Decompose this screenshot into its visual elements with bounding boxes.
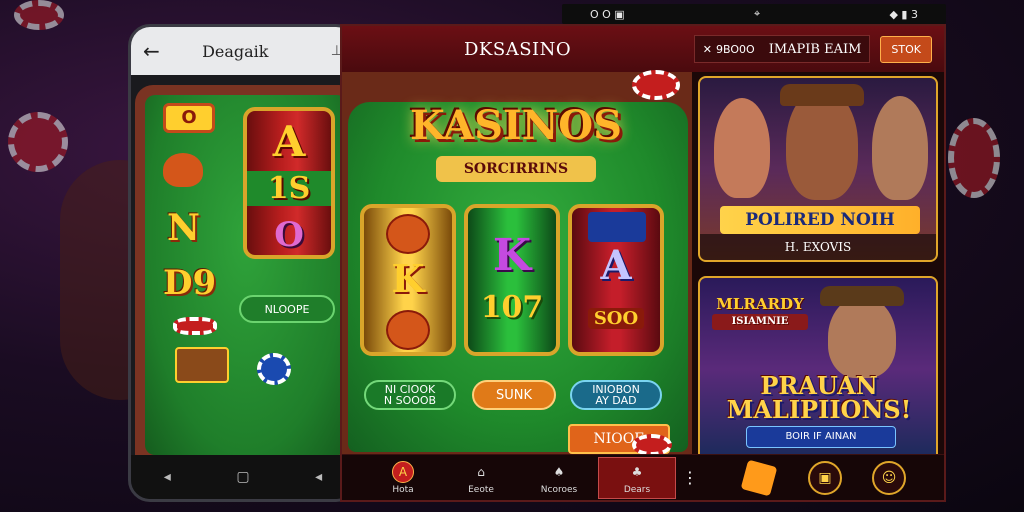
reel-2: K 107 xyxy=(464,204,560,356)
reel-symbol: K xyxy=(492,230,532,281)
reel-3: A SOO xyxy=(568,204,664,356)
left-symbol: D9 xyxy=(163,263,217,303)
left-phone-nav: ◂ ▢ ◂ xyxy=(131,455,355,499)
background-chip xyxy=(8,112,68,172)
nav-back-icon[interactable]: ◂ xyxy=(164,469,171,485)
app-title: DKSASINO xyxy=(464,38,572,60)
casino-app: DKSASINO ✕ 9BO0O IMAPIB EAIM STOK KASINO… xyxy=(340,24,946,502)
game-logo-sub: SORCIRRINS xyxy=(436,156,596,182)
jackpot-icon xyxy=(175,347,229,383)
left-reel: A 1S O xyxy=(243,107,335,259)
status-right-icons: ◆ ▮ 3 xyxy=(889,7,918,21)
spin-button-label: SUNK xyxy=(495,387,533,403)
promo-card-1[interactable]: POLIRED NOIH H. EXOVIS xyxy=(698,76,938,262)
club-icon: ♣ xyxy=(631,464,643,479)
header-account-box[interactable]: ✕ 9BO0O IMAPIB EAIM xyxy=(693,35,871,63)
background-chip xyxy=(948,118,1000,198)
profile-icon[interactable]: ☺ xyxy=(872,460,906,495)
chip-icon xyxy=(257,353,291,385)
character-avatar xyxy=(714,98,770,198)
promo-2-subtitle: BOIR IF AINAN xyxy=(746,426,896,448)
nav-item-label: Dears xyxy=(623,484,651,495)
chip-stack-icon xyxy=(173,317,217,335)
reel-symbol: O xyxy=(274,215,304,255)
app-header: DKSASINO ✕ 9BO0O IMAPIB EAIM STOK xyxy=(342,26,944,72)
reel-symbol: K xyxy=(391,256,425,301)
game-logo: KASINOS xyxy=(409,102,623,149)
hat-icon xyxy=(780,84,864,106)
header-name: IMAPIB EAIM xyxy=(768,41,862,57)
game-button-3-line2: AY DAD xyxy=(595,394,637,407)
more-options-icon[interactable]: ⋮ xyxy=(682,468,698,487)
left-phone-topbar: ← Deagaik ⊥ xyxy=(131,27,355,75)
header-stock-button[interactable]: STOK xyxy=(880,35,932,63)
background-chip xyxy=(14,0,64,30)
promo-2-badge: MLRARDY ISIAMNIE xyxy=(712,296,808,330)
nav-recent-icon[interactable]: ◂ xyxy=(315,469,322,485)
game-button-1-line2: N SOOOB xyxy=(383,394,437,407)
coin-icon: ✕ xyxy=(702,42,713,56)
games-icon: ⌂ xyxy=(477,464,485,479)
left-phone: ← Deagaik ⊥ O O N D9 A 1S O NLOOPE ◂ ▢ ◂ xyxy=(128,24,358,502)
nav-item-scores[interactable]: ♠ Ncoroes xyxy=(520,457,598,499)
joker-icon xyxy=(386,310,430,350)
card-icon xyxy=(588,212,646,242)
nav-item-home[interactable]: A Hota xyxy=(364,457,442,499)
reel-symbol: 1S xyxy=(247,171,331,206)
character-avatar xyxy=(828,296,896,378)
reel-symbol: A xyxy=(272,117,306,166)
nav-item-label: Eeote xyxy=(468,484,494,495)
nav-home-icon[interactable]: ▢ xyxy=(236,469,249,485)
nav-item-games[interactable]: ⌂ Eeote xyxy=(442,457,520,499)
game-button-1[interactable]: NI CIOOK N SOOOB xyxy=(364,380,456,410)
spade-icon: ♠ xyxy=(553,464,565,479)
promo-1-subtitle: H. EXOVIS xyxy=(700,234,936,260)
promo-1-title: POLIRED NOIH xyxy=(720,206,920,234)
nav-item-label: Hota xyxy=(392,484,414,495)
promo-2-title: PRAUAN MALIPIIONS! xyxy=(726,371,912,424)
promo-2-top1: MLRARDY xyxy=(716,295,804,313)
fox-icon xyxy=(163,153,203,187)
character-avatar xyxy=(872,96,928,200)
chip-icon xyxy=(632,70,680,100)
reel-1: K xyxy=(360,204,456,356)
header-code: 9BO0O xyxy=(716,42,755,56)
chip-icon xyxy=(632,434,672,456)
left-symbol: N xyxy=(167,207,200,249)
cashier-icon[interactable]: ▣ xyxy=(808,460,842,495)
left-phone-title: Deagaik xyxy=(202,41,269,61)
left-badge: O xyxy=(163,103,215,133)
spin-button[interactable]: SUNK xyxy=(472,380,556,410)
status-left-icons: O O ▣ xyxy=(590,7,625,21)
back-arrow-icon[interactable]: ← xyxy=(143,39,160,63)
game-button-3[interactable]: INIOBON AY DAD xyxy=(570,380,662,410)
joker-icon xyxy=(386,214,430,254)
brand-logo-icon[interactable] xyxy=(740,459,778,496)
reel-symbol: SOO xyxy=(588,308,644,329)
status-bar: O O ▣ ⌖ ◆ ▮ 3 xyxy=(562,4,946,24)
promo-card-2[interactable]: MLRARDY ISIAMNIE PRAUAN MALIPIIONS! BOIR… xyxy=(698,276,938,462)
nav-item-label: Ncoroes xyxy=(540,484,578,495)
nav-item-deals[interactable]: ♣ Dears xyxy=(598,456,676,499)
app-bottom-nav: A Hota ⌂ Eeote ♠ Ncoroes ♣ Dears ⋮ ▣ ☺ xyxy=(342,454,944,500)
reel-symbol: A xyxy=(600,242,632,289)
home-icon: A xyxy=(392,460,414,483)
status-mid-icon: ⌖ xyxy=(753,7,761,20)
slot-game-area: KASINOS SORCIRRINS K K 107 A SOO NI CIOO… xyxy=(342,70,692,458)
left-pill-button[interactable]: NLOOPE xyxy=(239,295,335,323)
promo-2-top2: ISIAMNIE xyxy=(712,314,808,330)
reel-symbol: 107 xyxy=(480,290,544,325)
hat-icon xyxy=(820,286,904,306)
